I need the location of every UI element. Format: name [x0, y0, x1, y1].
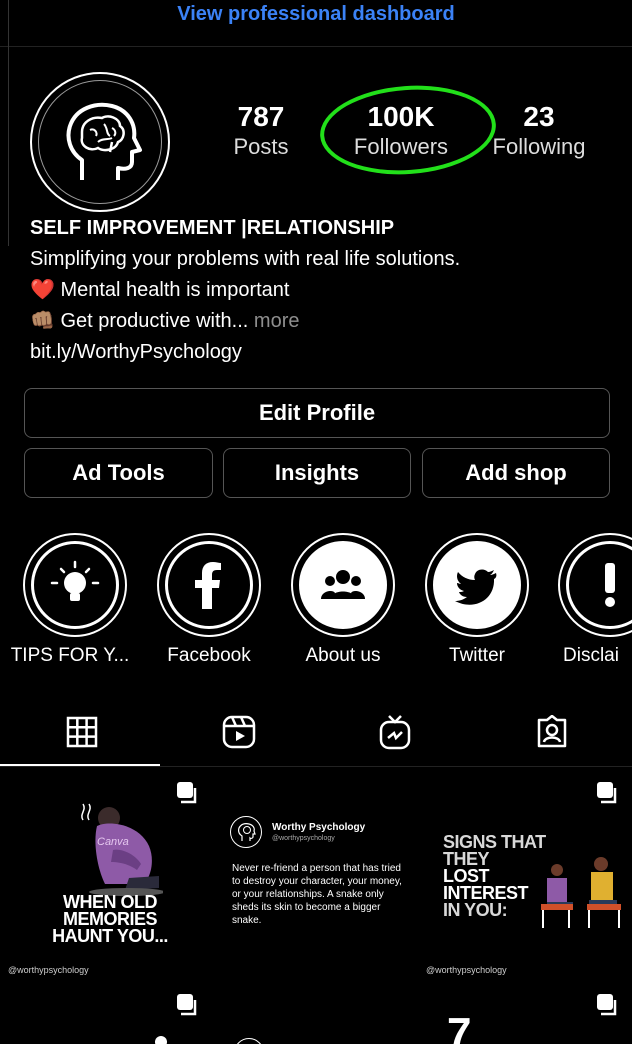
- reels-icon[interactable]: [219, 712, 259, 752]
- heart-icon: ❤️: [30, 279, 55, 301]
- igtv-glyph: [379, 715, 411, 750]
- post-tile-signs[interactable]: SIGNS THAT THEY LOST INTEREST IN YOU: @w…: [423, 768, 632, 980]
- highlight-cover: [433, 541, 521, 629]
- highlight-label: Facebook: [167, 645, 251, 666]
- highlight-about-us[interactable]: [291, 533, 395, 637]
- bio-more-link[interactable]: more: [254, 310, 300, 332]
- caption-line: IN YOU:: [443, 900, 508, 920]
- multiple-photos-icon: [597, 994, 617, 1016]
- bio-text: Get productive with...: [60, 310, 249, 332]
- post-tile-quote[interactable]: Worthy Psychology @worthypsychology Neve…: [212, 768, 419, 980]
- post-avatar: [230, 816, 262, 848]
- fist-icon: 👊🏽: [30, 310, 55, 332]
- following-stat[interactable]: 23 Following: [485, 101, 593, 161]
- grid-icon[interactable]: [62, 712, 102, 752]
- caption-line: HAUNT YOU...: [52, 926, 168, 946]
- following-count: 23: [523, 101, 555, 132]
- head-brain-icon: [238, 823, 256, 841]
- highlight-ring: [291, 533, 395, 637]
- post-tile[interactable]: 7: [423, 984, 632, 1044]
- multiple-photos-icon: [177, 994, 197, 1016]
- head-brain-icon: [66, 102, 142, 180]
- highlight-cover: [31, 541, 119, 629]
- posts-count: 787: [237, 101, 285, 132]
- bio-name: SELF IMPROVEMENT |RELATIONSHIP: [30, 217, 395, 239]
- edit-profile-button[interactable]: Edit Profile: [24, 388, 610, 438]
- bio-line: Simplifying your problems with real life…: [30, 248, 461, 270]
- highlight-tips[interactable]: [23, 533, 127, 637]
- post-caption: WHEN OLD MEMORIES HAUNT YOU...: [25, 893, 195, 946]
- highlight-label: Twitter: [449, 645, 505, 666]
- posts-stat[interactable]: 787 Posts: [221, 101, 301, 161]
- post-tile[interactable]: [5, 984, 208, 1044]
- highlight-label: TIPS FOR Y...: [10, 645, 130, 666]
- igtv-icon[interactable]: [375, 712, 415, 752]
- highlight-ring: [23, 533, 127, 637]
- bio-website-link[interactable]: bit.ly/WorthyPsychology: [30, 337, 242, 368]
- post-handle: @worthypsychology: [426, 965, 507, 975]
- tagged-glyph: [537, 715, 567, 748]
- highlight-cover: [299, 541, 387, 629]
- post-number: 7: [447, 1009, 472, 1044]
- sad-person-illustration: [81, 803, 163, 896]
- profile-avatar[interactable]: [30, 72, 170, 212]
- post-avatar: [234, 1038, 264, 1044]
- following-label: Following: [492, 134, 586, 159]
- posts-label: Posts: [233, 134, 289, 159]
- highlight-ring: [157, 533, 261, 637]
- multiple-photos-icon: [597, 782, 617, 804]
- post-quote-text: Never re-friend a person that has tried …: [232, 863, 402, 926]
- post-illustration-fragment: [155, 1036, 167, 1044]
- group-icon: [321, 570, 365, 599]
- highlight-cover: [165, 541, 253, 629]
- facebook-icon: [195, 562, 221, 609]
- post-account-handle: @worthypsychology: [272, 835, 335, 842]
- highlight-twitter[interactable]: [425, 533, 529, 637]
- highlight-disclaimer[interactable]: [558, 533, 632, 637]
- bio-line-productive: 👊🏽 Get productive with... more: [30, 306, 299, 337]
- lightbulb-icon: [50, 560, 100, 601]
- highlight-label: About us: [305, 645, 381, 666]
- left-edge-line: [0, 0, 9, 246]
- insights-button[interactable]: Insights: [223, 448, 411, 498]
- tagged-icon[interactable]: [532, 712, 572, 752]
- add-shop-button[interactable]: Add shop: [422, 448, 610, 498]
- bio-text: Mental health is important: [60, 279, 290, 301]
- exclamation-icon: [605, 563, 615, 607]
- tab-divider: [0, 766, 632, 767]
- post-handle: @worthypsychology: [8, 965, 89, 975]
- bio-line-mental-health: ❤️ Mental health is important: [30, 275, 289, 306]
- highlight-facebook[interactable]: [157, 533, 261, 637]
- watermark: Canva: [97, 836, 129, 848]
- twitter-icon: [455, 569, 497, 605]
- highlight-cover: [566, 541, 632, 629]
- highlight-ring: [558, 533, 632, 637]
- post-account-name: Worthy Psychology: [272, 822, 366, 833]
- green-annotation-ellipse: [317, 79, 499, 181]
- highlight-ring: [425, 533, 529, 637]
- post-tile[interactable]: [212, 984, 419, 1044]
- post-tile-old-memories[interactable]: Canva WHEN OLD MEMORIES HAUNT YOU... @wo…: [5, 768, 208, 980]
- ad-tools-button[interactable]: Ad Tools: [24, 448, 213, 498]
- highlight-label: Disclai: [563, 645, 619, 666]
- view-professional-dashboard-link[interactable]: View professional dashboard: [0, 0, 632, 32]
- avatar-ring: [38, 80, 162, 204]
- couple-chairs-illustration: [541, 857, 621, 928]
- grid-glyph: [66, 716, 98, 748]
- post-caption: SIGNS THAT THEY LOST INTEREST IN YOU:: [443, 833, 546, 920]
- multiple-photos-icon: [177, 782, 197, 804]
- reels-glyph: [222, 715, 256, 749]
- divider: [0, 46, 632, 47]
